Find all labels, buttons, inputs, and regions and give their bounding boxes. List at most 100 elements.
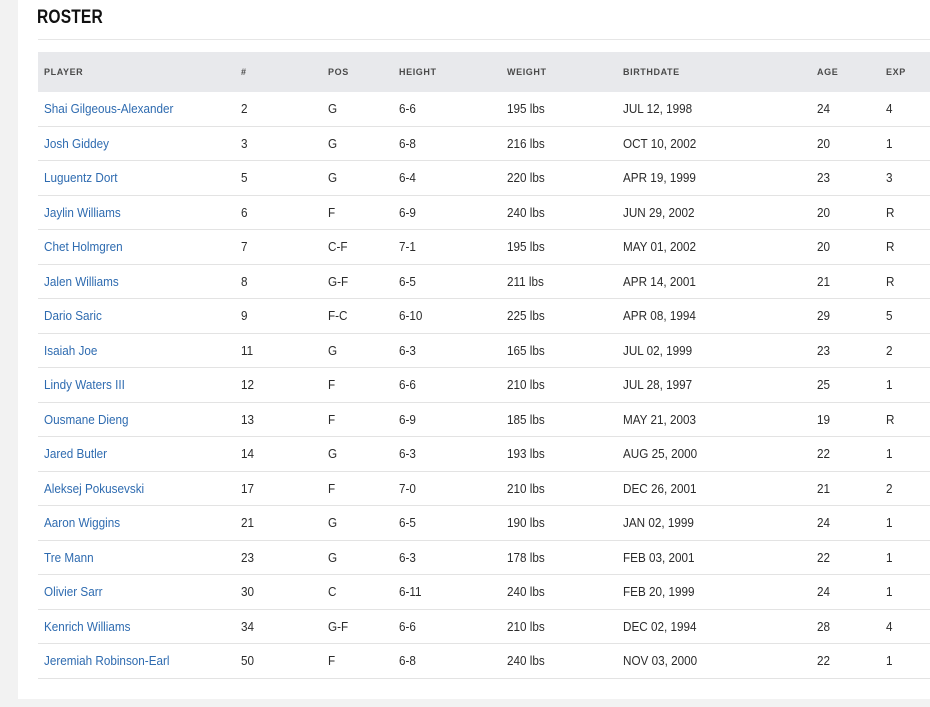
age-value: 21 — [817, 273, 831, 289]
age-cell: 20 — [811, 126, 880, 161]
exp-value: R — [886, 204, 895, 220]
birthdate-cell: MAY 21, 2003 — [617, 402, 811, 437]
player-cell: Chet Holmgren — [38, 229, 235, 265]
table-row: Chet Holmgren 7 C-F 7-1 195 lbs MAY 01, 2002 2… — [38, 229, 930, 265]
player-link[interactable]: Josh Giddey — [44, 136, 109, 151]
weight-value: 210 lbs — [507, 480, 545, 496]
exp-cell: 1 — [880, 540, 930, 575]
number-cell: 8 — [235, 264, 322, 299]
player-link[interactable]: Jared Butler — [44, 446, 107, 461]
player-link[interactable]: Jaylin Williams — [44, 205, 121, 220]
player-cell: Jared Butler — [38, 436, 235, 472]
column-header-player[interactable]: PLAYER — [38, 52, 235, 92]
number-cell: 14 — [235, 436, 322, 472]
exp-cell: R — [880, 402, 930, 437]
height-cell: 6-3 — [393, 540, 501, 575]
height-value: 6-3 — [399, 342, 416, 358]
weight-value: 240 lbs — [507, 653, 545, 669]
height-value: 6-5 — [399, 515, 416, 531]
pos-value: C-F — [328, 239, 348, 255]
player-link[interactable]: Jeremiah Robinson-Earl — [44, 653, 170, 668]
age-cell: 20 — [811, 195, 880, 230]
table-row: Lindy Waters III 12 F 6-6 210 lbs JUL 28, 199… — [38, 367, 930, 403]
birthdate-cell: MAY 01, 2002 — [617, 229, 811, 265]
exp-cell: 1 — [880, 436, 930, 472]
player-link[interactable]: Kenrich Williams — [44, 619, 130, 634]
number-value: 13 — [241, 411, 255, 427]
table-row: Dario Saric 9 F-C 6-10 225 lbs APR 08, 1994 29… — [38, 298, 930, 334]
column-header-height[interactable]: HEIGHT — [393, 52, 501, 92]
age-cell: 23 — [811, 160, 880, 196]
weight-cell: 185 lbs — [501, 402, 617, 437]
player-link[interactable]: Jalen Williams — [44, 274, 119, 289]
player-link[interactable]: Luguentz Dort — [44, 170, 118, 185]
birthdate-value: AUG 25, 2000 — [623, 446, 698, 462]
player-cell: Aaron Wiggins — [38, 505, 235, 541]
pos-cell: F-C — [322, 298, 393, 334]
birthdate-value: APR 19, 1999 — [623, 170, 696, 186]
birthdate-value: APR 14, 2001 — [623, 273, 696, 289]
pos-cell: G-F — [322, 264, 393, 299]
exp-cell: 1 — [880, 505, 930, 541]
number-value: 23 — [241, 549, 255, 565]
pos-value: F — [328, 653, 336, 669]
number-value: 5 — [241, 170, 248, 186]
age-value: 23 — [817, 170, 831, 186]
pos-cell: C-F — [322, 229, 393, 265]
column-header-birthdate[interactable]: BIRTHDATE — [617, 52, 811, 92]
column-header-number[interactable]: # — [235, 52, 322, 92]
pos-cell: F — [322, 643, 393, 679]
player-link[interactable]: Aaron Wiggins — [44, 515, 120, 530]
exp-value: 1 — [886, 549, 893, 565]
weight-cell: 240 lbs — [501, 195, 617, 230]
player-link[interactable]: Isaiah Joe — [44, 343, 97, 358]
table-row: Ousmane Dieng 13 F 6-9 185 lbs MAY 21, 2003 19… — [38, 402, 930, 437]
pos-cell: G — [322, 333, 393, 368]
height-value: 7-0 — [399, 480, 416, 496]
number-value: 11 — [241, 342, 254, 358]
weight-value: 190 lbs — [507, 515, 545, 531]
weight-cell: 225 lbs — [501, 298, 617, 334]
age-value: 25 — [817, 377, 831, 393]
number-cell: 9 — [235, 298, 322, 334]
birthdate-cell: APR 19, 1999 — [617, 160, 811, 196]
player-link[interactable]: Tre Mann — [44, 550, 94, 565]
player-link[interactable]: Shai Gilgeous-Alexander — [44, 101, 173, 116]
player-link[interactable]: Aleksej Pokusevski — [44, 481, 144, 496]
weight-value: 193 lbs — [507, 446, 545, 462]
player-cell: Luguentz Dort — [38, 160, 235, 196]
player-link[interactable]: Lindy Waters III — [44, 377, 125, 392]
age-value: 24 — [817, 101, 831, 117]
birthdate-cell: DEC 02, 1994 — [617, 609, 811, 644]
page-title: ROSTER — [37, 7, 103, 28]
player-link[interactable]: Dario Saric — [44, 308, 102, 323]
weight-cell: 195 lbs — [501, 229, 617, 265]
height-value: 6-10 — [399, 308, 423, 324]
exp-value: 2 — [886, 342, 893, 358]
birthdate-value: JUL 02, 1999 — [623, 342, 693, 358]
height-cell: 7-0 — [393, 471, 501, 506]
number-cell: 6 — [235, 195, 322, 230]
exp-cell: 2 — [880, 333, 930, 368]
pos-value: C — [328, 584, 337, 600]
birthdate-value: FEB 20, 1999 — [623, 584, 695, 600]
column-header-exp[interactable]: EXP — [880, 52, 930, 92]
player-link[interactable]: Ousmane Dieng — [44, 412, 129, 427]
pos-value: G — [328, 342, 338, 358]
weight-cell: 220 lbs — [501, 160, 617, 196]
weight-value: 216 lbs — [507, 135, 545, 151]
age-value: 22 — [817, 446, 831, 462]
age-value: 24 — [817, 584, 831, 600]
age-cell: 22 — [811, 643, 880, 679]
birthdate-value: NOV 03, 2000 — [623, 653, 698, 669]
column-header-age[interactable]: AGE — [811, 52, 880, 92]
pos-value: G-F — [328, 273, 349, 289]
exp-cell: 3 — [880, 160, 930, 196]
player-link[interactable]: Olivier Sarr — [44, 584, 103, 599]
player-cell: Lindy Waters III — [38, 367, 235, 403]
player-link[interactable]: Chet Holmgren — [44, 239, 123, 254]
column-header-pos[interactable]: POS — [322, 52, 393, 92]
column-header-weight[interactable]: WEIGHT — [501, 52, 617, 92]
age-cell: 28 — [811, 609, 880, 644]
weight-cell: 216 lbs — [501, 126, 617, 161]
